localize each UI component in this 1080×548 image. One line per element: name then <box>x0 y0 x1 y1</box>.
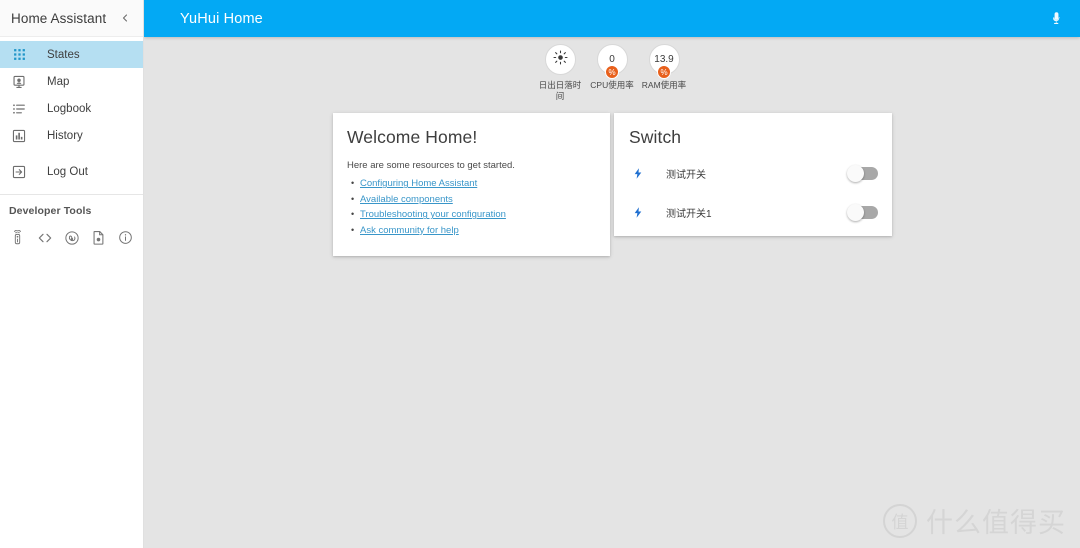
toggle-knob <box>847 203 864 221</box>
map-marker-icon <box>8 71 30 93</box>
info-icon[interactable] <box>115 227 136 248</box>
switch-row: 测试开关 <box>614 159 892 187</box>
toggle-knob <box>847 164 864 182</box>
sidebar-header: Home Assistant <box>0 0 143 37</box>
microphone-icon <box>1052 12 1060 24</box>
switch-row: 测试开关1 <box>614 198 892 226</box>
switch-toggle[interactable] <box>847 164 878 182</box>
badge-row: 日出日落时间 0 % CPU使用率 13.9 % RAM使用率 <box>144 37 1080 101</box>
switch-entity-name: 测试开关 <box>666 169 706 181</box>
badge-label: CPU使用率 <box>590 80 634 90</box>
page-title: YuHui Home <box>180 10 263 27</box>
watermark: 值 什么值得买 <box>883 501 1066 540</box>
dashboard-content: 日出日落时间 0 % CPU使用率 13.9 % RAM使用率 Welcome … <box>144 37 1080 548</box>
remote-icon[interactable] <box>7 227 28 248</box>
switch-card: Switch 测试开关 测试开关1 <box>614 113 892 237</box>
sidebar-nav: States Map Logbook History Log Out Devel… <box>0 37 143 248</box>
badge-unit: % <box>605 65 619 79</box>
lightning-bolt-icon <box>629 166 646 181</box>
microphone-button[interactable] <box>1044 7 1068 31</box>
chevron-left-icon <box>122 14 128 22</box>
welcome-card-title: Welcome Home! <box>347 127 478 148</box>
list-item: Configuring Home Assistant <box>351 176 596 192</box>
badge-unit: % <box>657 65 671 79</box>
lightning-bolt-icon <box>629 205 646 220</box>
list-item: Available components <box>351 192 596 208</box>
sidebar-collapse-button[interactable] <box>117 10 133 26</box>
link-ask-community-for-help[interactable]: Ask community for help <box>360 225 459 236</box>
badge-value: 0 <box>609 53 615 65</box>
welcome-links-list: Configuring Home Assistant Available com… <box>347 176 596 238</box>
badge-circle <box>544 44 576 75</box>
sidebar-item-history[interactable]: History <box>0 122 143 149</box>
sidebar: Home Assistant States Map Logbook Histor… <box>0 0 144 548</box>
code-brackets-icon[interactable] <box>34 227 55 248</box>
list-item: Troubleshooting your configuration <box>351 207 596 223</box>
sidebar-item-label: States <box>47 48 80 61</box>
sidebar-item-states[interactable]: States <box>0 41 143 68</box>
switch-entity-name: 测试开关1 <box>666 208 712 220</box>
sidebar-item-label: History <box>47 129 83 142</box>
sidebar-item-map[interactable]: Map <box>0 68 143 95</box>
switch-card-title: Switch <box>629 127 682 148</box>
developer-tools-heading: Developer Tools <box>9 205 92 217</box>
list-icon <box>8 98 30 120</box>
sidebar-item-label: Log Out <box>47 165 88 178</box>
cards-container: Welcome Home! Here are some resources to… <box>144 113 1080 257</box>
sidebar-item-logbook[interactable]: Logbook <box>0 95 143 122</box>
watermark-text: 什么值得买 <box>926 508 1066 538</box>
sidebar-item-label: Logbook <box>47 102 92 115</box>
welcome-card-subtitle: Here are some resources to get started. <box>347 160 515 172</box>
sidebar-item-label: Map <box>47 75 70 88</box>
badge-value: 13.9 <box>654 53 674 65</box>
badge-label: 日出日落时间 <box>538 80 582 101</box>
badge-label: RAM使用率 <box>641 80 687 90</box>
welcome-card: Welcome Home! Here are some resources to… <box>333 113 610 257</box>
sun-icon <box>552 49 568 70</box>
template-file-icon[interactable] <box>88 227 109 248</box>
link-configuring-home-assistant[interactable]: Configuring Home Assistant <box>360 178 477 189</box>
app-toolbar: YuHui Home <box>144 0 1080 37</box>
grid-icon <box>8 44 30 66</box>
sidebar-title: Home Assistant <box>11 10 107 26</box>
bar-chart-icon <box>8 125 30 147</box>
badge-cpu[interactable]: 0 % CPU使用率 <box>589 44 635 101</box>
exit-icon <box>8 161 30 183</box>
developer-tools-row <box>0 217 143 248</box>
switch-toggle[interactable] <box>847 203 878 221</box>
home-assistant-app: Home Assistant States Map Logbook Histor… <box>0 0 1080 548</box>
sidebar-item-log-out[interactable]: Log Out <box>0 158 143 185</box>
badge-circle: 13.9 % <box>648 44 680 79</box>
badge-ram[interactable]: 13.9 % RAM使用率 <box>641 44 687 101</box>
broadcast-icon[interactable] <box>61 227 82 248</box>
list-item: Ask community for help <box>351 223 596 239</box>
link-troubleshooting-your-configuration[interactable]: Troubleshooting your configuration <box>360 209 506 220</box>
watermark-logo: 值 <box>883 503 917 538</box>
link-available-components[interactable]: Available components <box>360 194 453 205</box>
badge-sun[interactable]: 日出日落时间 <box>537 44 583 101</box>
badge-circle: 0 % <box>596 44 628 79</box>
main-area: YuHui Home 日出日落时间 0 % CPU使用率 13.9 % RAM使… <box>144 0 1080 548</box>
